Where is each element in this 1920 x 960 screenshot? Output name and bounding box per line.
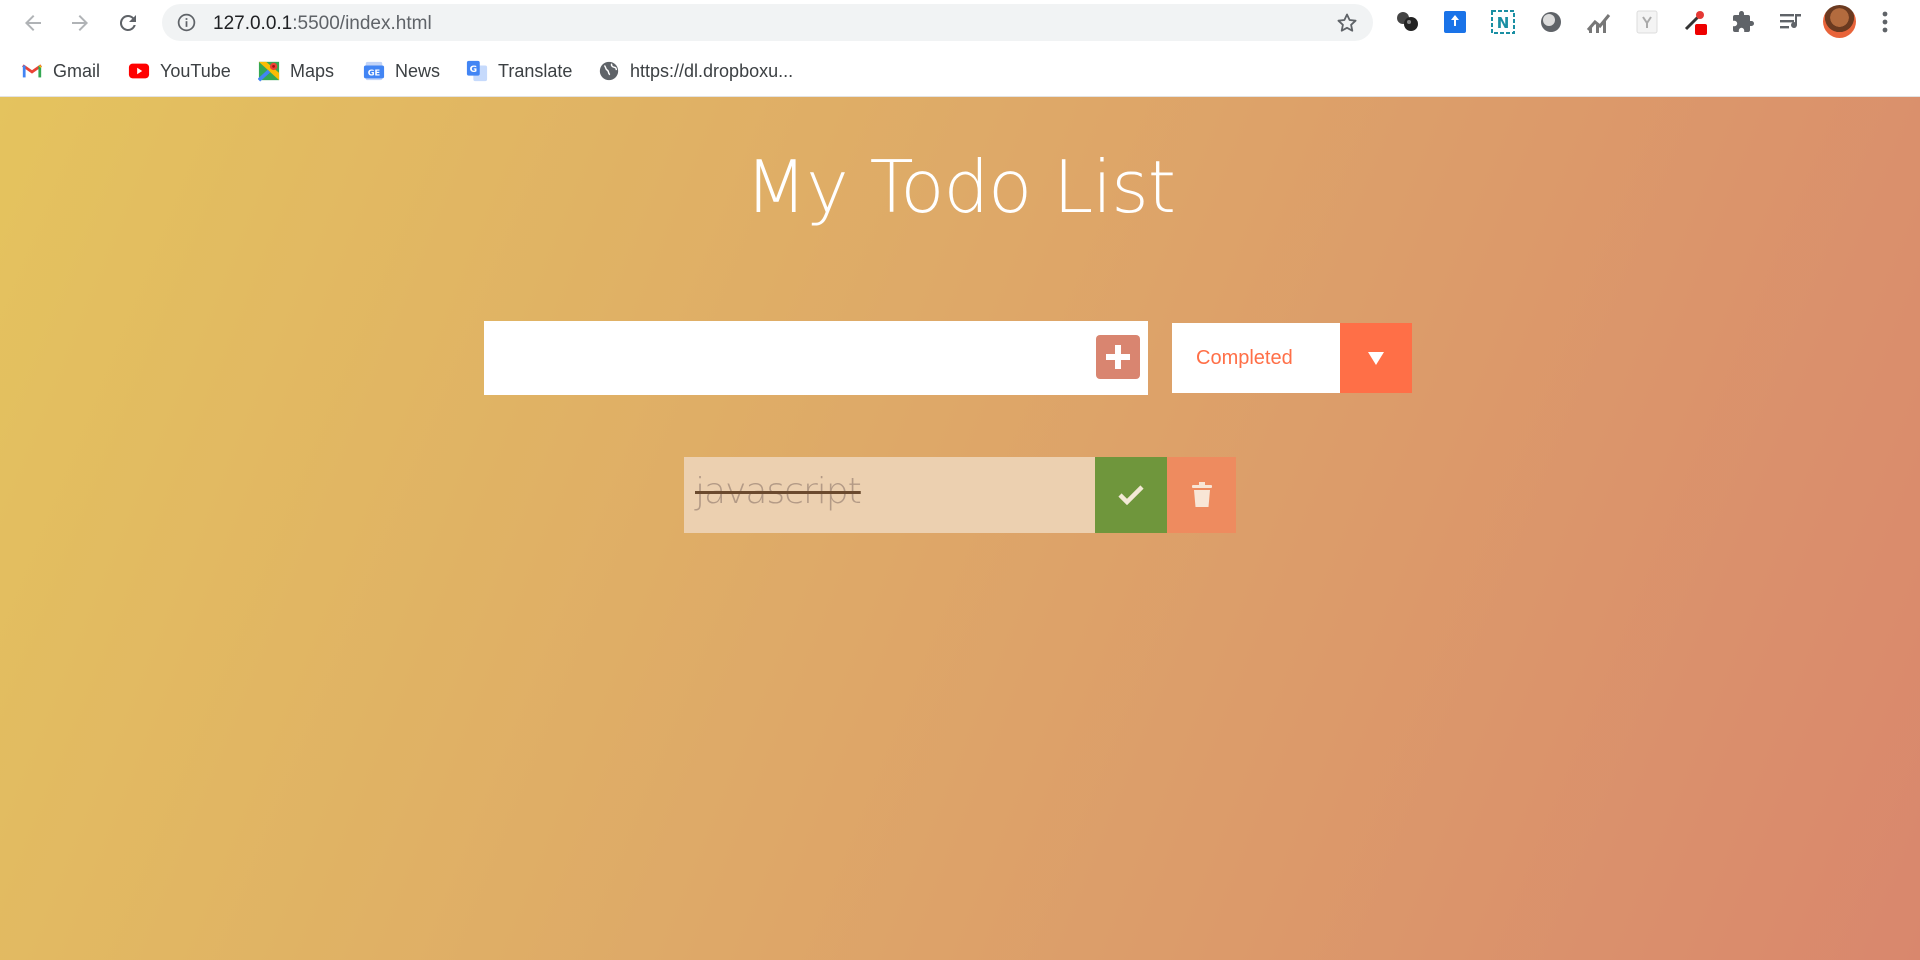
caret-down-icon <box>1368 352 1384 365</box>
arrow-left-icon <box>25 15 41 31</box>
complete-button[interactable] <box>1095 457 1167 533</box>
extension-chart-icon[interactable] <box>1585 8 1613 36</box>
menu-kebab-icon[interactable] <box>1876 8 1894 36</box>
extensions-puzzle-icon[interactable] <box>1729 8 1757 36</box>
check-icon <box>1118 485 1144 505</box>
url-path: :5500/index.html <box>292 13 432 34</box>
profile-avatar[interactable] <box>1823 5 1856 38</box>
svg-text:G: G <box>470 64 478 75</box>
bookmark-gmail[interactable]: Gmail <box>21 57 100 85</box>
page-background: My Todo List Completed javascript <box>0 97 1920 960</box>
todo-item: javascript <box>684 457 1236 533</box>
page-title: My Todo List <box>745 145 1176 229</box>
globe-icon <box>599 61 619 81</box>
url-host: 127.0.0.1 <box>213 13 293 34</box>
svg-text:N: N <box>1497 14 1510 32</box>
url-text[interactable]: 127.0.0.1:5500/index.html <box>213 13 432 35</box>
todo-input[interactable] <box>484 321 1080 395</box>
extension-circle-icon[interactable] <box>1537 8 1565 36</box>
extension-spheres-icon[interactable] <box>1393 8 1421 36</box>
bookmark-star-icon[interactable] <box>1335 11 1359 35</box>
bookmark-youtube[interactable]: YouTube <box>128 57 231 85</box>
gmail-icon <box>22 64 42 78</box>
bookmark-translate[interactable]: G Translate <box>466 57 572 85</box>
bookmark-label: https://dl.dropboxu... <box>630 60 794 81</box>
extension-n-icon[interactable]: N <box>1489 8 1517 36</box>
reload-button[interactable] <box>111 6 145 40</box>
add-todo-button[interactable] <box>1096 335 1140 379</box>
reading-list-icon[interactable] <box>1777 8 1805 36</box>
translate-icon: G <box>466 60 488 82</box>
info-icon[interactable] <box>176 12 197 33</box>
plus-icon <box>1106 345 1130 369</box>
youtube-icon <box>128 63 150 79</box>
todo-form <box>484 321 1148 395</box>
extension-eyedropper-icon[interactable] <box>1681 8 1709 36</box>
arrow-right-icon <box>72 15 88 31</box>
extension-upload-icon[interactable] <box>1441 8 1469 36</box>
bookmark-label: News <box>395 60 441 81</box>
filter-dropdown-button[interactable] <box>1340 323 1412 393</box>
bookmark-label: YouTube <box>160 60 231 81</box>
bookmark-label: Maps <box>290 60 335 81</box>
bookmark-dropbox-link[interactable]: https://dl.dropboxu... <box>598 57 793 85</box>
trash-icon <box>1191 482 1212 507</box>
todo-text: javascript <box>695 471 862 512</box>
bookmark-label: Translate <box>498 60 573 81</box>
browser-toolbar: 127.0.0.1:5500/index.html N <box>0 0 1920 45</box>
filter-select[interactable]: Completed <box>1172 323 1412 393</box>
news-icon: GE <box>363 61 385 81</box>
filter-selected-value: Completed <box>1196 347 1293 369</box>
forward-button[interactable] <box>63 6 97 40</box>
back-button[interactable] <box>16 6 50 40</box>
svg-text:GE: GE <box>368 68 381 78</box>
bookmark-news[interactable]: GE News <box>363 57 440 85</box>
todo-text-box: javascript <box>684 457 1095 533</box>
address-bar[interactable]: 127.0.0.1:5500/index.html <box>162 4 1373 41</box>
bookmark-maps[interactable]: Maps <box>258 57 334 85</box>
delete-button[interactable] <box>1167 457 1236 533</box>
bookmarks-bar: Gmail YouTube Maps GE News G Translate h… <box>0 45 1920 97</box>
maps-icon <box>258 61 280 82</box>
reload-icon <box>119 14 136 31</box>
extension-y-icon[interactable] <box>1633 8 1661 36</box>
bookmark-label: Gmail <box>53 60 101 81</box>
